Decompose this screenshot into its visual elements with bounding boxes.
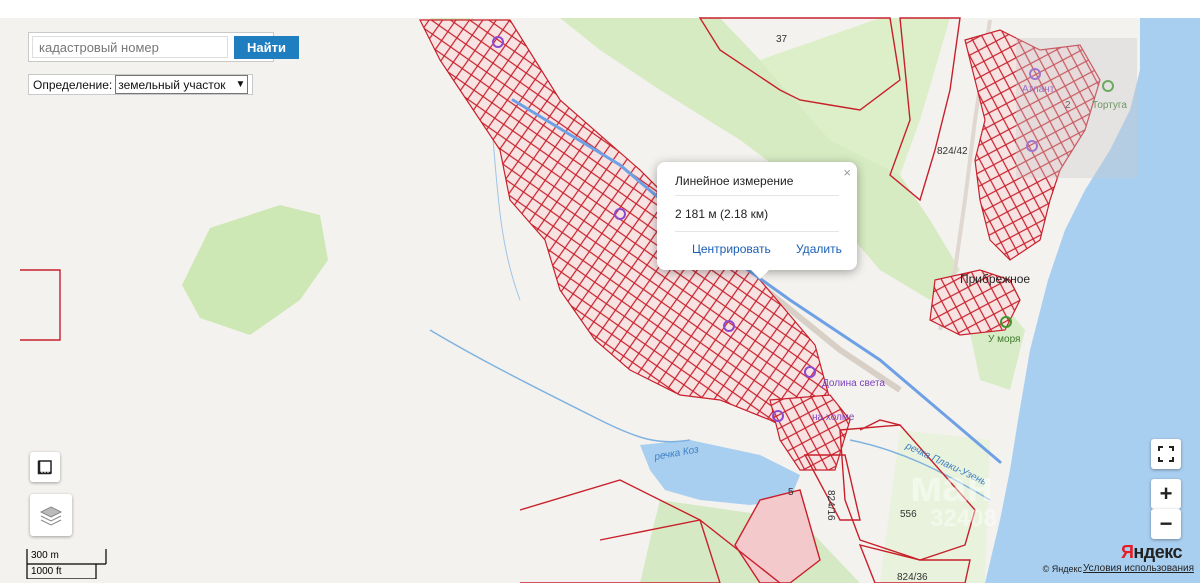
terms-link[interactable]: Условия использования xyxy=(1083,563,1194,574)
label-village: Прибрежное xyxy=(960,272,1030,286)
measurement-value: 2 181 м (2.18 км) xyxy=(675,207,769,221)
search-button[interactable]: Найти xyxy=(234,36,299,59)
scale-bar: 300 m 1000 ft xyxy=(26,549,108,579)
ruler-button[interactable] xyxy=(30,452,60,482)
cadastral-search-input[interactable] xyxy=(32,36,228,58)
chevron-down-icon: ▼ xyxy=(235,79,246,90)
layers-icon xyxy=(39,506,63,526)
label-poi-u-morya: У моря xyxy=(988,334,1020,345)
yandex-logo: Яндекс xyxy=(1120,542,1183,563)
definition-select[interactable]: земельный участок ▼ xyxy=(115,75,249,94)
zoom-in-button[interactable]: + xyxy=(1151,479,1181,509)
search-box: Найти xyxy=(28,32,299,62)
popup-divider xyxy=(675,195,839,196)
center-link[interactable]: Центрировать xyxy=(692,242,771,256)
ruler-icon xyxy=(37,460,52,475)
fullscreen-icon xyxy=(1158,446,1174,462)
delete-link[interactable]: Удалить xyxy=(796,242,842,256)
scale-metric: 300 m xyxy=(31,550,59,561)
label-parcel-824-42: 824/42 xyxy=(937,146,968,157)
definition-row: Определение: земельный участок ▼ xyxy=(28,74,254,95)
label-parcel-824-16: 824/16 xyxy=(825,490,836,521)
measurement-popup: Линейное измерение × 2 181 м (2.18 км) Ц… xyxy=(657,162,857,279)
popup-arrow xyxy=(751,270,769,279)
yandex-logo-rest: ндекс xyxy=(1133,542,1182,562)
label-parcel-824-36: 824/36 xyxy=(897,572,928,583)
scale-imperial: 1000 ft xyxy=(31,566,62,577)
label-poi-na-holme: на холме xyxy=(812,412,855,423)
label-parcel-5: 5 xyxy=(788,487,794,498)
popup-title: Линейное измерение xyxy=(675,174,794,188)
watermark-box xyxy=(1016,38,1137,178)
close-icon[interactable]: × xyxy=(843,165,851,180)
watermark-digits: 32408 xyxy=(930,505,997,532)
map-top-border xyxy=(0,0,1200,18)
zoom-out-button[interactable]: − xyxy=(1151,509,1181,539)
label-poi-dolina-sveta: Долина света xyxy=(822,378,885,389)
copyright-text: © Яндекс xyxy=(1042,564,1082,574)
layers-button[interactable] xyxy=(30,494,72,536)
popup-divider xyxy=(675,231,839,232)
minus-icon: − xyxy=(1159,511,1173,536)
fullscreen-button[interactable] xyxy=(1151,439,1181,469)
label-parcel-37: 37 xyxy=(776,34,788,45)
plus-icon: + xyxy=(1159,481,1173,506)
yandex-logo-first-letter: Я xyxy=(1120,542,1134,562)
definition-label: Определение: xyxy=(33,77,113,92)
definition-selected-value: земельный участок xyxy=(118,77,226,92)
